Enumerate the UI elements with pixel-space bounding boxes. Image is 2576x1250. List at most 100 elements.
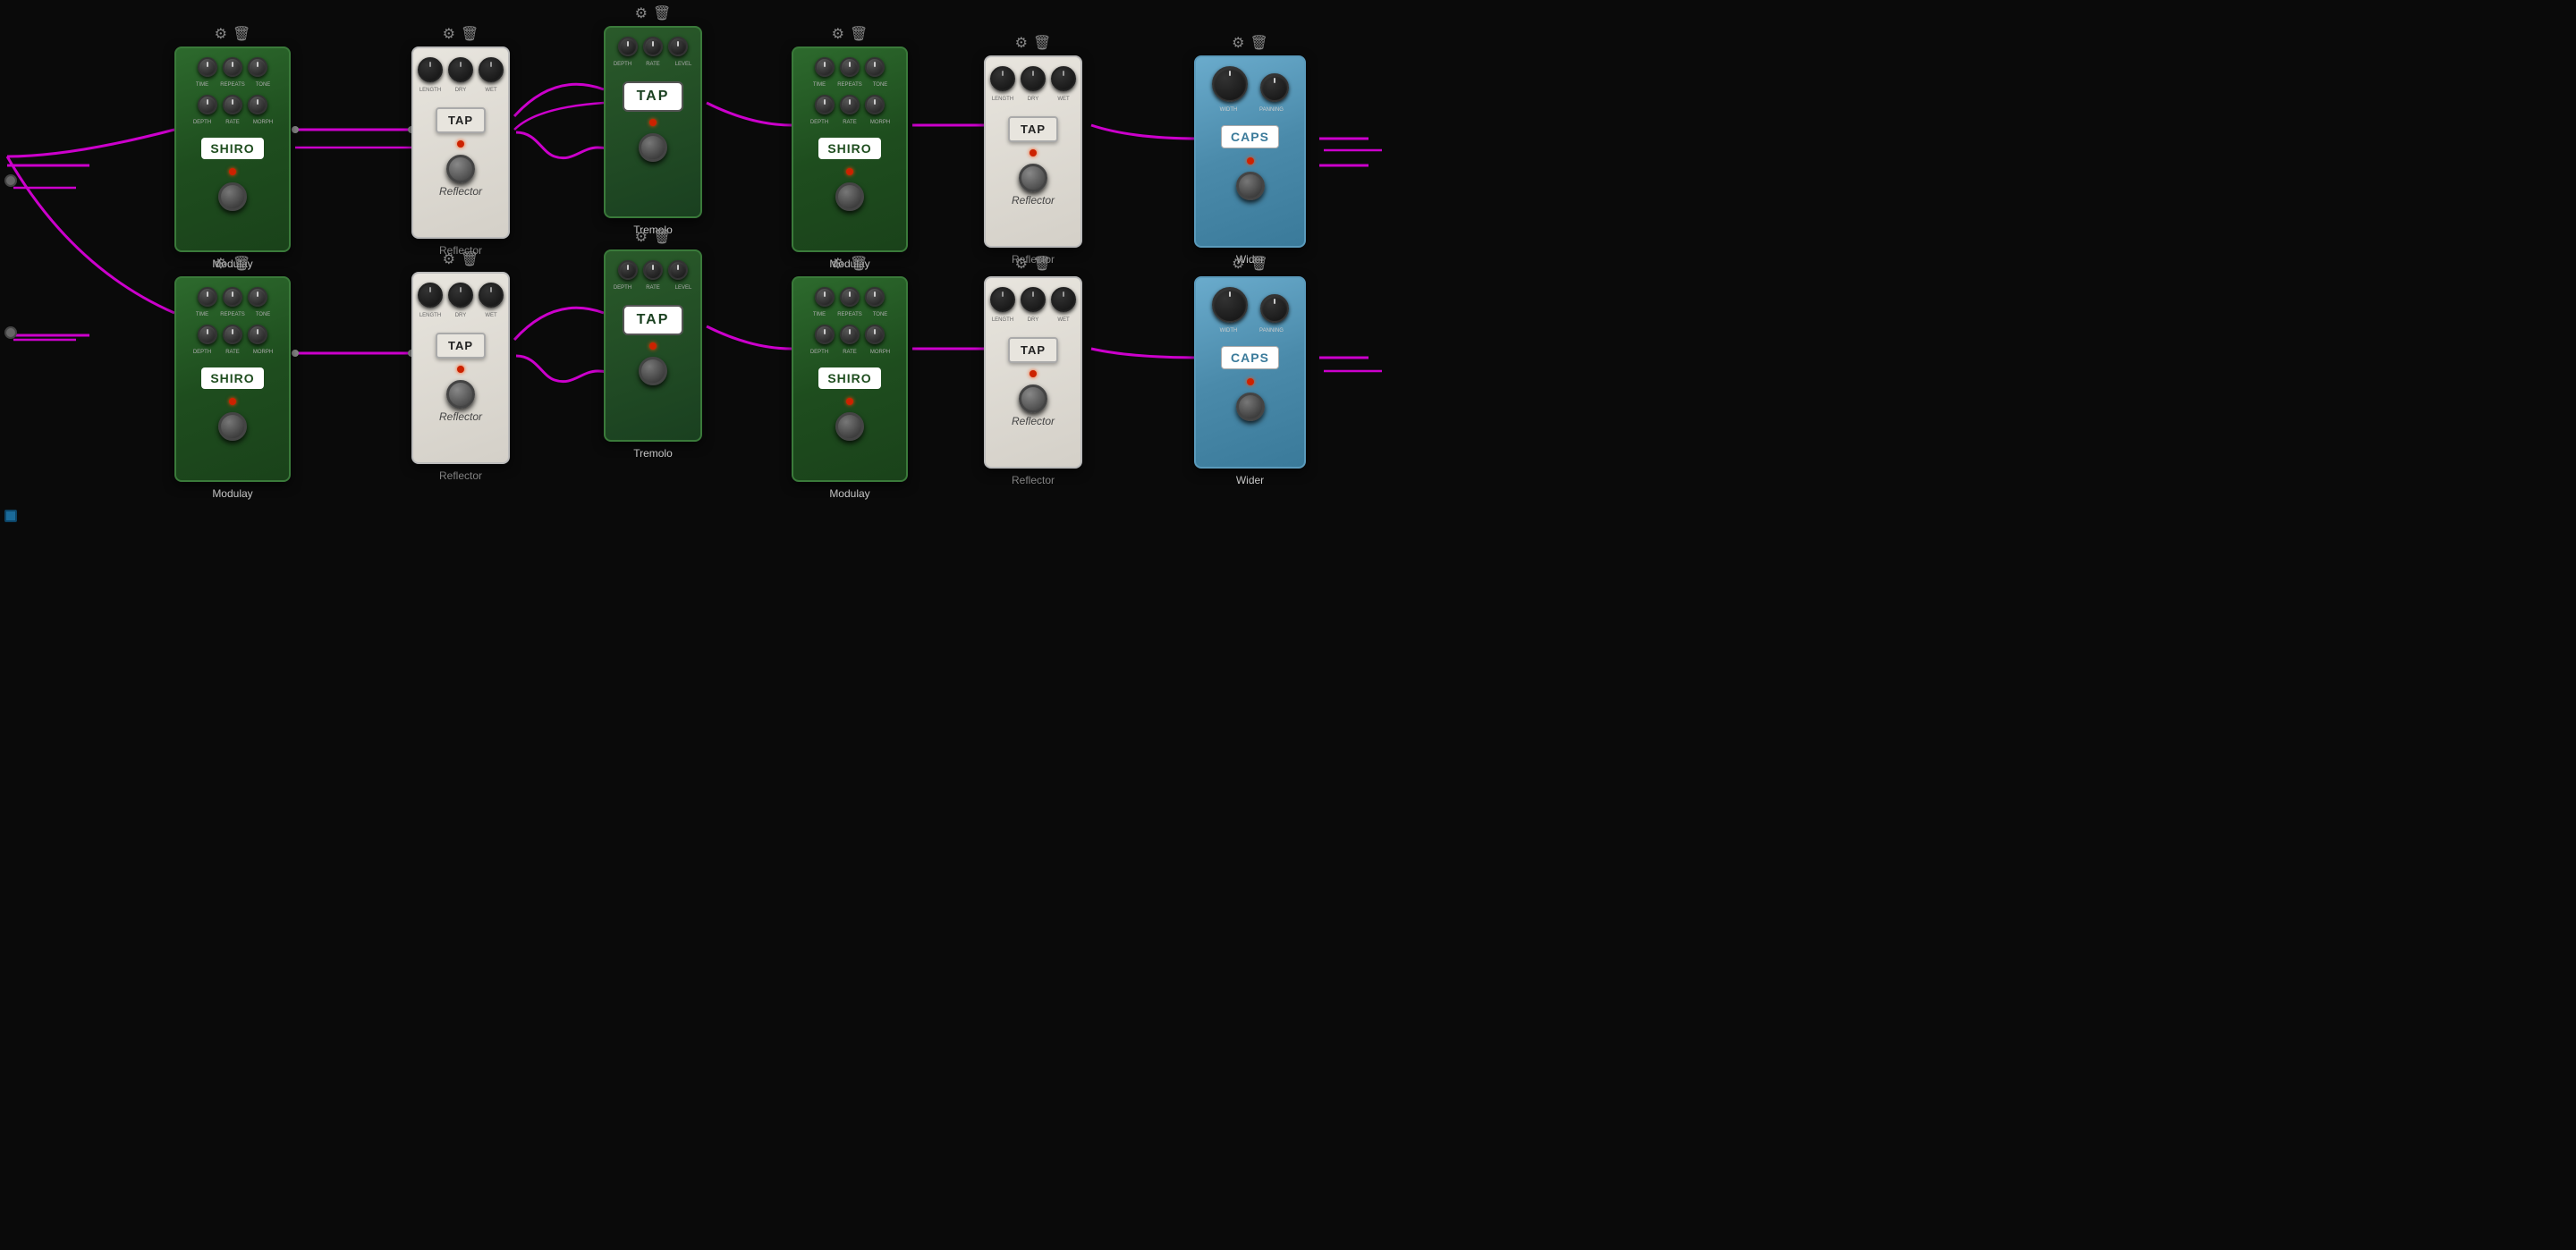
footswitch-rtr[interactable] bbox=[1019, 164, 1047, 192]
dry-knob-rbr[interactable] bbox=[1021, 287, 1046, 312]
input-jack-bottom bbox=[4, 326, 17, 339]
level-knob-tremolo-b[interactable] bbox=[668, 260, 688, 280]
settings-icon-wider-bottom[interactable]: ⚙ bbox=[1232, 255, 1244, 273]
footswitch-tremolo-bottom[interactable] bbox=[639, 357, 667, 385]
panning-knob-bottom[interactable] bbox=[1260, 294, 1289, 323]
tone-knob-bl[interactable] bbox=[248, 287, 267, 307]
shiro-logo-bl: SHIRO bbox=[201, 367, 263, 389]
settings-icon-modulay-top-right[interactable]: ⚙ bbox=[832, 25, 844, 43]
trash-icon-reflector-bottom-left[interactable]: 🗑 bbox=[461, 250, 479, 268]
pedal-controls-modulay-top-left: ⚙ 🗑 bbox=[215, 25, 251, 43]
depth-knob-tremolo-b[interactable] bbox=[618, 260, 638, 280]
modulay-top-right-body: TIME REPEATS TONE DEPTH RATE MORPH SHIRO bbox=[792, 46, 908, 252]
settings-icon-reflector-bottom-right[interactable]: ⚙ bbox=[1015, 255, 1028, 273]
trash-icon-modulay-bottom-right[interactable]: 🗑 bbox=[850, 255, 868, 273]
tap-button-rbr[interactable]: TAP bbox=[1008, 337, 1058, 363]
footswitch-rbr[interactable] bbox=[1019, 384, 1047, 413]
dry-knob-rbl[interactable] bbox=[448, 283, 473, 308]
tone-knob-tr[interactable] bbox=[865, 57, 885, 77]
trash-icon-reflector-top-left[interactable]: 🗑 bbox=[461, 25, 479, 43]
settings-icon-modulay-bottom-left[interactable]: ⚙ bbox=[215, 255, 227, 273]
level-knob-tremolo[interactable] bbox=[668, 37, 688, 56]
wet-knob-rbr[interactable] bbox=[1051, 287, 1076, 312]
tone-knob-br[interactable] bbox=[865, 287, 885, 307]
trash-icon-reflector-bottom-right[interactable]: 🗑 bbox=[1033, 255, 1051, 273]
rate-knob-tr[interactable] bbox=[840, 95, 860, 114]
length-knob[interactable] bbox=[418, 57, 443, 82]
trash-icon-tremolo-bottom[interactable]: 🗑 bbox=[653, 228, 671, 246]
morph-knob-tr[interactable] bbox=[865, 95, 885, 114]
trash-icon-modulay-bottom-left[interactable]: 🗑 bbox=[233, 255, 250, 273]
wider-top: ⚙ 🗑 WIDTH PANNING CAPS Wider bbox=[1194, 34, 1306, 266]
trash-icon-modulay-top-right[interactable]: 🗑 bbox=[850, 25, 868, 43]
knob-row-reflector bbox=[418, 57, 504, 82]
wet-knob-rtr[interactable] bbox=[1051, 66, 1076, 91]
time-knob[interactable] bbox=[198, 57, 217, 77]
reflector-label: Reflector bbox=[439, 185, 482, 198]
footswitch-reflector-top-left[interactable] bbox=[446, 155, 475, 183]
footswitch-modulay-bl[interactable] bbox=[218, 412, 247, 441]
length-knob-rbr[interactable] bbox=[990, 287, 1015, 312]
repeats-knob-br[interactable] bbox=[840, 287, 860, 307]
tap-button-tremolo-top[interactable]: TAP bbox=[623, 81, 684, 112]
tap-button-rbl[interactable]: TAP bbox=[436, 333, 486, 359]
width-knob-bottom[interactable] bbox=[1212, 287, 1248, 323]
settings-icon-reflector-top-right[interactable]: ⚙ bbox=[1015, 34, 1028, 52]
wet-knob[interactable] bbox=[479, 57, 504, 82]
trash-icon-modulay-top-left[interactable]: 🗑 bbox=[233, 25, 250, 43]
dry-knob-rtr[interactable] bbox=[1021, 66, 1046, 91]
width-knob-top[interactable] bbox=[1212, 66, 1248, 102]
rate-knob[interactable] bbox=[223, 95, 242, 114]
trash-icon-wider-bottom[interactable]: 🗑 bbox=[1250, 255, 1268, 273]
modulay-top-left: ⚙ 🗑 TIME REPEATS TONE DEPTH RATE MORPH S… bbox=[174, 25, 291, 270]
footswitch-modulay-br[interactable] bbox=[835, 412, 864, 441]
morph-knob[interactable] bbox=[248, 95, 267, 114]
morph-knob-bl[interactable] bbox=[248, 325, 267, 344]
repeats-knob[interactable] bbox=[223, 57, 242, 77]
settings-icon-modulay-bottom-right[interactable]: ⚙ bbox=[832, 255, 844, 273]
footswitch-tremolo-top[interactable] bbox=[639, 133, 667, 162]
depth-knob-br[interactable] bbox=[815, 325, 835, 344]
repeats-knob-bl[interactable] bbox=[223, 287, 242, 307]
time-knob-tr[interactable] bbox=[815, 57, 835, 77]
tap-button-rtr[interactable]: TAP bbox=[1008, 116, 1058, 142]
modulay-top-right: ⚙ 🗑 TIME REPEATS TONE DEPTH RATE MORPH S… bbox=[792, 25, 908, 270]
depth-knob-bl[interactable] bbox=[198, 325, 217, 344]
footswitch-rbl[interactable] bbox=[446, 380, 475, 409]
tone-knob[interactable] bbox=[248, 57, 267, 77]
wet-knob-rbl[interactable] bbox=[479, 283, 504, 308]
trash-icon-wider-top[interactable]: 🗑 bbox=[1250, 34, 1268, 52]
depth-knob-tr[interactable] bbox=[815, 95, 835, 114]
settings-icon-tremolo-top[interactable]: ⚙ bbox=[635, 4, 648, 22]
footswitch[interactable] bbox=[218, 182, 247, 211]
dry-knob[interactable] bbox=[448, 57, 473, 82]
panning-knob-top[interactable] bbox=[1260, 73, 1289, 102]
length-knob-rtr[interactable] bbox=[990, 66, 1015, 91]
rate-knob-tremolo[interactable] bbox=[643, 37, 663, 56]
depth-knob[interactable] bbox=[198, 95, 217, 114]
tap-button-reflector-top-left[interactable]: TAP bbox=[436, 107, 486, 133]
tremolo-bottom-body: DEPTH RATE LEVEL TAP bbox=[604, 249, 702, 442]
morph-knob-br[interactable] bbox=[865, 325, 885, 344]
footswitch-modulay-tr[interactable] bbox=[835, 182, 864, 211]
trash-icon-tremolo-top[interactable]: 🗑 bbox=[653, 4, 671, 22]
rate-knob-br[interactable] bbox=[840, 325, 860, 344]
repeats-knob-tr[interactable] bbox=[840, 57, 860, 77]
tap-button-tremolo-bottom[interactable]: TAP bbox=[623, 305, 684, 335]
footswitch-wider-top[interactable] bbox=[1236, 172, 1265, 200]
settings-icon-wider-top[interactable]: ⚙ bbox=[1232, 34, 1244, 52]
time-knob-br[interactable] bbox=[815, 287, 835, 307]
time-knob-bl[interactable] bbox=[198, 287, 217, 307]
footswitch-wider-bottom[interactable] bbox=[1236, 393, 1265, 421]
pedal-label-wider-bottom: Wider bbox=[1236, 474, 1264, 486]
rate-knob-bl[interactable] bbox=[223, 325, 242, 344]
settings-icon-modulay-top-left[interactable]: ⚙ bbox=[215, 25, 227, 43]
rate-knob-tremolo-b[interactable] bbox=[643, 260, 663, 280]
settings-icon-reflector-top-left[interactable]: ⚙ bbox=[443, 25, 455, 43]
settings-icon-reflector-bottom-left[interactable]: ⚙ bbox=[443, 250, 455, 268]
length-knob-rbl[interactable] bbox=[418, 283, 443, 308]
trash-icon-reflector-top-right[interactable]: 🗑 bbox=[1033, 34, 1051, 52]
depth-knob-tremolo[interactable] bbox=[618, 37, 638, 56]
pedal-label-modulay-bottom-right: Modulay bbox=[829, 487, 869, 500]
settings-icon-tremolo-bottom[interactable]: ⚙ bbox=[635, 228, 648, 246]
